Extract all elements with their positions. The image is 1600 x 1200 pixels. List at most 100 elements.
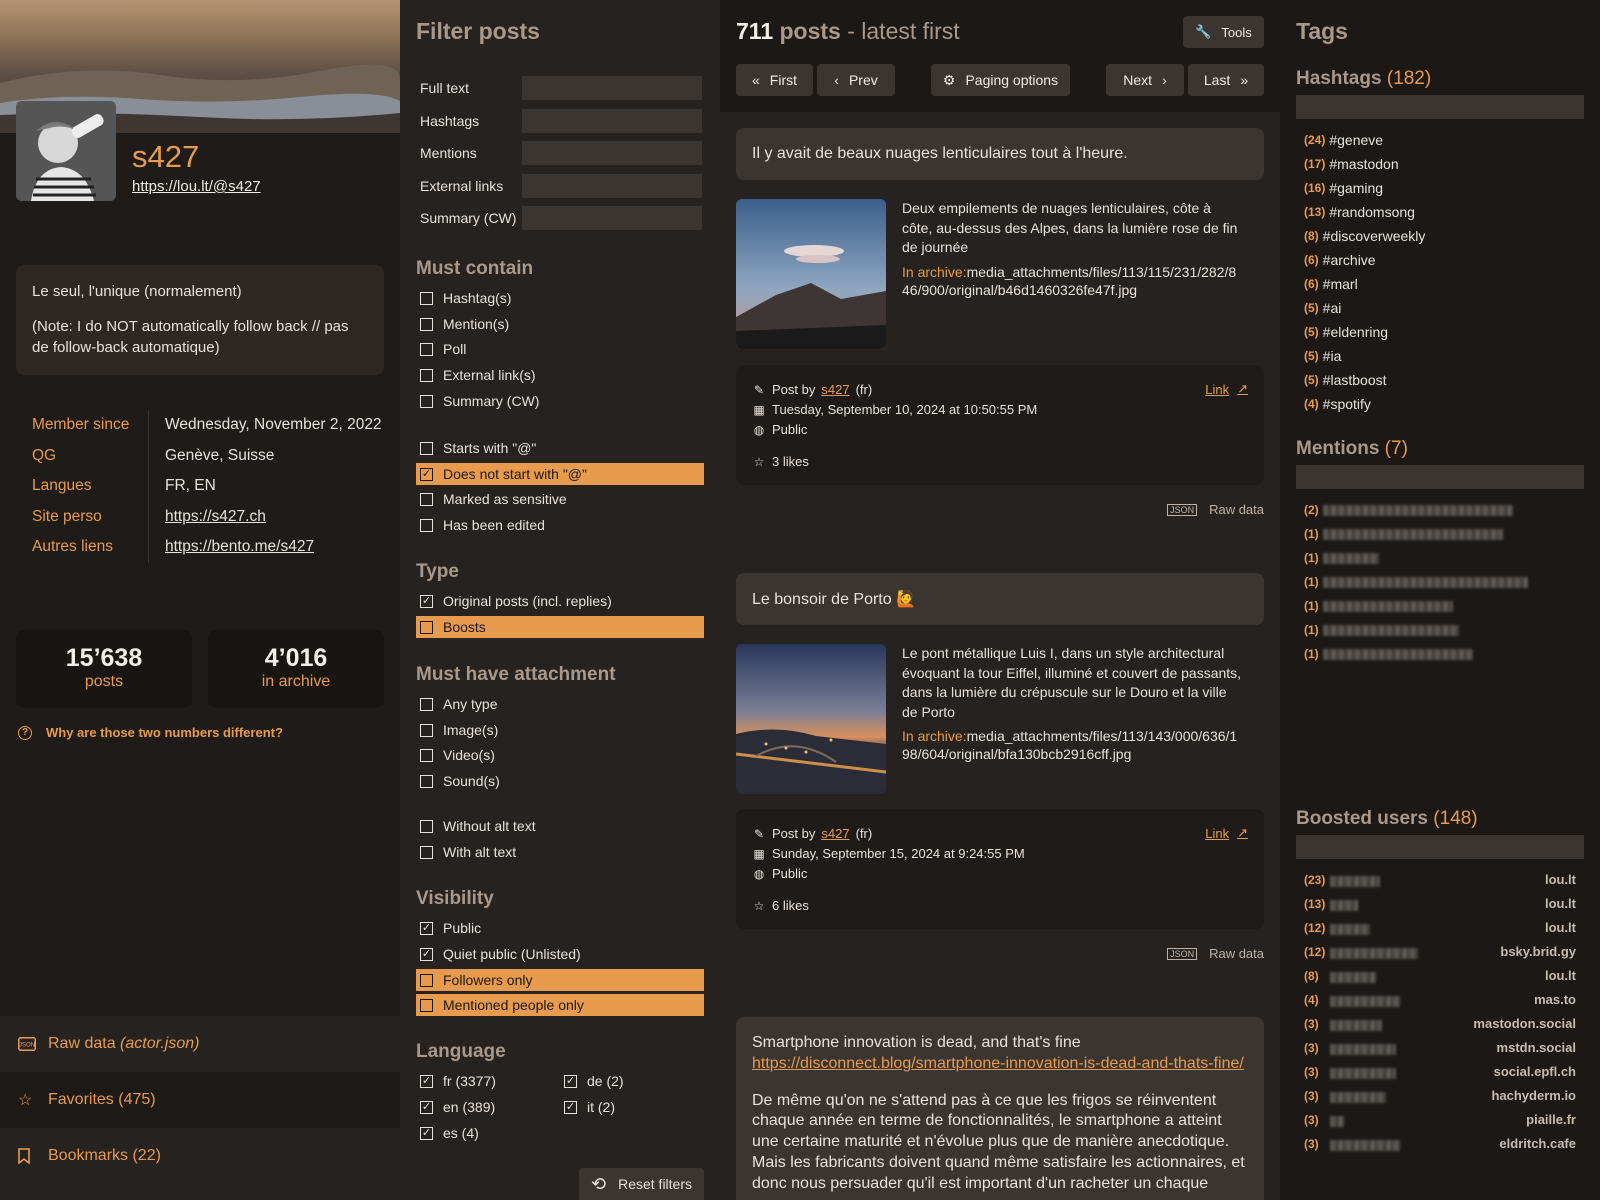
checkbox-checked-icon: ✓ bbox=[420, 467, 433, 481]
checkbox-followers-only[interactable]: Followers only bbox=[416, 969, 704, 991]
boosted-user-item[interactable]: (3) hachyderm.io bbox=[1304, 1088, 1576, 1103]
checkbox-videos[interactable]: Video(s) bbox=[416, 744, 704, 766]
boosted-user-item[interactable]: (3) eldritch.cafe bbox=[1304, 1136, 1576, 1151]
checkbox-lang-de[interactable]: ✓ de (2) bbox=[560, 1070, 700, 1092]
boosted-user-item[interactable]: (12) bsky.brid.gy bbox=[1304, 944, 1576, 959]
boosted-user-item[interactable]: (3) mastodon.social bbox=[1304, 1016, 1576, 1031]
last-page-button[interactable]: Last » bbox=[1188, 64, 1264, 96]
checkbox-not-start-with-at[interactable]: ✓ Does not start with "@" bbox=[416, 463, 704, 485]
external-links-input[interactable] bbox=[522, 174, 702, 198]
hashtag-item[interactable]: (5) #ai bbox=[1304, 300, 1341, 317]
prev-page-button[interactable]: ‹ Prev bbox=[817, 64, 895, 96]
checkbox-original-posts[interactable]: ✓ Original posts (incl. replies) bbox=[416, 590, 704, 612]
mention-count: (1) bbox=[1304, 575, 1319, 589]
favorites-label: Favorites (475) bbox=[48, 1091, 156, 1108]
checkbox-unlisted[interactable]: ✓ Quiet public (Unlisted) bbox=[416, 943, 704, 965]
hashtag-item[interactable]: (16) #gaming bbox=[1304, 180, 1383, 197]
paging-options-button[interactable]: ⚙ Paging options bbox=[931, 64, 1070, 96]
summary-input[interactable] bbox=[522, 206, 702, 230]
checkbox-icon bbox=[420, 845, 433, 859]
checkbox-public[interactable]: ✓ Public bbox=[416, 917, 704, 939]
hashtag-item[interactable]: (24) #geneve bbox=[1304, 132, 1383, 149]
profile-url-link[interactable]: https://lou.lt/@s427 bbox=[132, 178, 261, 195]
checkbox-any-type[interactable]: Any type bbox=[416, 693, 704, 715]
post-link[interactable]: Link ↗ bbox=[1205, 381, 1248, 397]
checkbox-lang-en[interactable]: ✓ en (389) bbox=[416, 1096, 556, 1118]
checkbox-edited[interactable]: Has been edited bbox=[416, 514, 704, 536]
checkbox-lang-fr[interactable]: ✓ fr (3377) bbox=[416, 1070, 556, 1092]
boosted-search-input[interactable] bbox=[1296, 835, 1584, 859]
boost-count: (3) bbox=[1304, 1064, 1319, 1079]
boosted-user-item[interactable]: (3) piaille.fr bbox=[1304, 1112, 1576, 1127]
hashtags-input[interactable] bbox=[522, 109, 702, 133]
field-value-link[interactable]: https://s427.ch bbox=[149, 502, 384, 533]
reset-filters-button[interactable]: ⟲ Reset filters bbox=[579, 1168, 704, 1200]
hashtag-item[interactable]: (5) #ia bbox=[1304, 348, 1341, 365]
hashtag-item[interactable]: (6) #archive bbox=[1304, 252, 1376, 269]
hashtag-item[interactable]: (4) #spotify bbox=[1304, 396, 1371, 413]
boosted-instance: lou.lt bbox=[1544, 968, 1576, 983]
hashtag-item[interactable]: (13) #randomsong bbox=[1304, 204, 1415, 221]
boosted-user-item[interactable]: (3) mstdn.social bbox=[1304, 1040, 1576, 1055]
raw-data-nav[interactable]: JSON Raw data (actor.json) bbox=[0, 1016, 400, 1072]
checkbox-boosts[interactable]: Boosts bbox=[416, 616, 704, 638]
boosted-user-item[interactable]: (13) lou.lt bbox=[1304, 896, 1576, 911]
hashtag-item[interactable]: (5) #lastboost bbox=[1304, 372, 1387, 389]
why-numbers-button[interactable]: ? Why are those two numbers different? bbox=[18, 725, 283, 740]
full-text-input[interactable] bbox=[522, 76, 702, 100]
author-link[interactable]: s427 bbox=[821, 382, 849, 397]
post-image[interactable] bbox=[736, 199, 886, 349]
posts-heading: 711 posts - latest first bbox=[736, 18, 960, 45]
checkbox-poll[interactable]: Poll bbox=[416, 338, 704, 360]
hashtag-item[interactable]: (6) #marl bbox=[1304, 276, 1358, 293]
mention-item[interactable]: (1) bbox=[1304, 574, 1528, 591]
mention-item[interactable]: (1) bbox=[1304, 598, 1453, 615]
checkbox-with-alt[interactable]: With alt text bbox=[416, 841, 704, 863]
field-value-link[interactable]: https://bento.me/s427 bbox=[149, 532, 384, 563]
boosted-user-item[interactable]: (23) lou.lt bbox=[1304, 872, 1576, 887]
raw-data-label: Raw data bbox=[48, 1035, 116, 1052]
mentions-input[interactable] bbox=[522, 141, 702, 165]
mention-item[interactable]: (2) bbox=[1304, 502, 1513, 519]
boosted-user-item[interactable]: (3) social.epfl.ch bbox=[1304, 1064, 1576, 1079]
mention-item[interactable]: (1) bbox=[1304, 550, 1379, 567]
post-article-link[interactable]: https://disconnect.blog/smartphone-innov… bbox=[752, 1055, 1244, 1072]
checkbox-checked-icon: ✓ bbox=[564, 1074, 577, 1088]
next-page-button[interactable]: Next › bbox=[1106, 64, 1184, 96]
checkbox-sounds[interactable]: Sound(s) bbox=[416, 770, 704, 792]
checkbox-hashtags[interactable]: Hashtag(s) bbox=[416, 287, 704, 309]
boosted-user-item[interactable]: (12) lou.lt bbox=[1304, 920, 1576, 935]
hashtag-label: #lastboost bbox=[1322, 372, 1387, 388]
checkbox-starts-with-at[interactable]: Starts with "@" bbox=[416, 437, 704, 459]
hashtag-item[interactable]: (8) #discoverweekly bbox=[1304, 228, 1425, 245]
tools-button[interactable]: 🔧 Tools bbox=[1183, 16, 1264, 48]
checkbox-mentions[interactable]: Mention(s) bbox=[416, 313, 704, 335]
bookmarks-nav[interactable]: Bookmarks (22) bbox=[0, 1128, 400, 1200]
mention-item[interactable]: (1) bbox=[1304, 646, 1473, 663]
author-link[interactable]: s427 bbox=[821, 826, 849, 841]
boosted-instance: piaille.fr bbox=[1526, 1112, 1576, 1127]
hashtag-item[interactable]: (5) #eldenring bbox=[1304, 324, 1388, 341]
checkbox-mentioned-only[interactable]: Mentioned people only bbox=[416, 994, 704, 1016]
hashtag-item[interactable]: (17) #mastodon bbox=[1304, 156, 1399, 173]
raw-data-button[interactable]: JSON Raw data bbox=[1167, 502, 1264, 517]
checkbox-without-alt[interactable]: Without alt text bbox=[416, 815, 704, 837]
post-link[interactable]: Link ↗ bbox=[1205, 825, 1248, 841]
checkbox-summary[interactable]: Summary (CW) bbox=[416, 390, 704, 412]
boosted-user-item[interactable]: (8) lou.lt bbox=[1304, 968, 1576, 983]
hashtags-search-input[interactable] bbox=[1296, 95, 1584, 119]
checkbox-external-links[interactable]: External link(s) bbox=[416, 364, 704, 386]
boosted-user-item[interactable]: (4) mas.to bbox=[1304, 992, 1576, 1007]
mention-item[interactable]: (1) bbox=[1304, 622, 1459, 639]
mention-item[interactable]: (1) bbox=[1304, 526, 1503, 543]
favorites-nav[interactable]: ☆ Favorites (475) bbox=[0, 1072, 400, 1128]
post-image[interactable] bbox=[736, 644, 886, 794]
mentions-search-input[interactable] bbox=[1296, 465, 1584, 489]
checkbox-lang-es[interactable]: ✓ es (4) bbox=[416, 1122, 556, 1144]
checkbox-lang-it[interactable]: ✓ it (2) bbox=[560, 1096, 700, 1118]
first-page-button[interactable]: « First bbox=[736, 64, 813, 96]
raw-data-button[interactable]: JSON Raw data bbox=[1167, 946, 1264, 961]
checkbox-sensitive[interactable]: Marked as sensitive bbox=[416, 488, 704, 510]
checkbox-images[interactable]: Image(s) bbox=[416, 719, 704, 741]
mentions-heading: Mentions (7) bbox=[1296, 438, 1408, 460]
